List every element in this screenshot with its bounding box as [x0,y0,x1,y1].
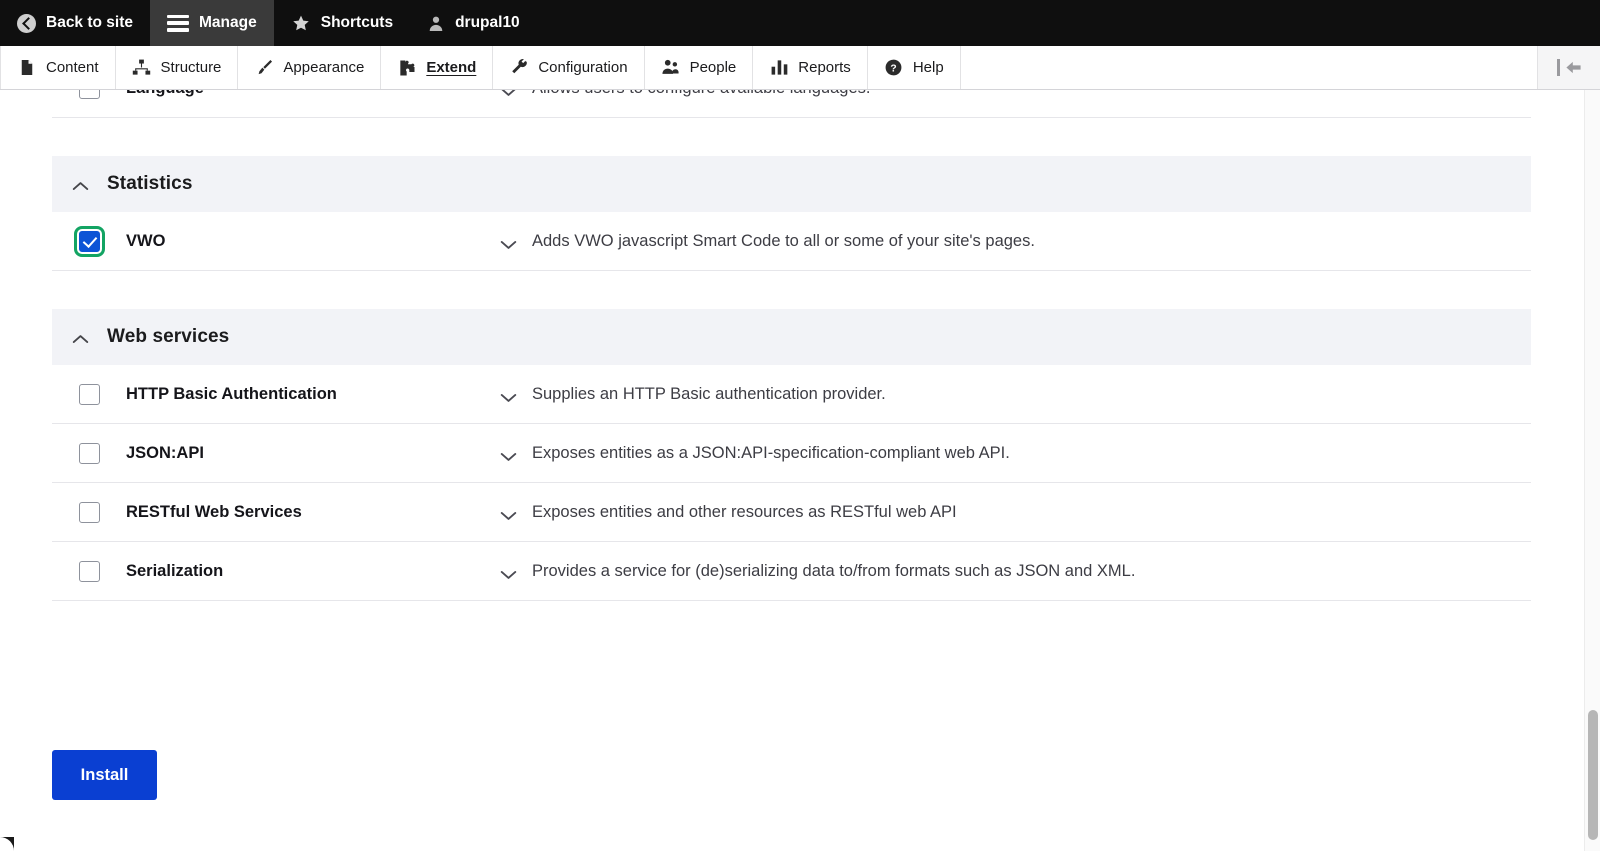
modules-content-area: Language Allows users to configure avail… [0,90,1557,851]
toolbar-item-shortcuts[interactable]: Shortcuts [274,0,410,46]
table-row[interactable]: HTTP Basic Authentication Supplies an HT… [52,365,1531,424]
document-icon [17,58,37,78]
menu-item-content[interactable]: Content [0,46,116,89]
menu-bar-spacer [961,46,1538,89]
module-enable-checkbox[interactable] [72,224,106,258]
hamburger-icon [167,14,190,32]
table-row[interactable]: RESTful Web Services Exposes entities an… [52,483,1531,542]
menu-item-structure[interactable]: Structure [116,46,239,89]
bar-chart-icon [769,58,789,78]
menu-item-configuration[interactable]: Configuration [493,46,645,89]
menu-item-reports[interactable]: Reports [753,46,868,89]
puzzle-piece-icon [397,58,417,78]
drupal-extend-page: Back to site Manage Shortcuts drupal10 C… [0,0,1600,851]
collapse-tray-icon[interactable] [1538,46,1600,89]
left-arrow-icon [1565,59,1582,76]
group-header-statistics[interactable]: Statistics [52,156,1531,212]
module-description-cell: Exposes entities as a JSON:API-specifica… [500,444,1531,463]
chevron-up-icon [72,179,89,190]
module-description-cell: Allows users to configure available lang… [500,90,1531,98]
module-description: Adds VWO javascript Smart Code to all or… [532,231,1035,250]
group-header-web-services[interactable]: Web services [52,309,1531,365]
module-checkbox-cell [52,383,126,405]
table-row[interactable]: JSON:API Exposes entities as a JSON:API-… [52,424,1531,483]
chevron-down-icon[interactable] [500,90,517,96]
table-row[interactable]: Serialization Provides a service for (de… [52,542,1531,601]
menu-item-label: Structure [160,59,222,76]
module-description-cell: Adds VWO javascript Smart Code to all or… [500,232,1531,251]
module-name: JSON:API [126,443,204,462]
module-description: Supplies an HTTP Basic authentication pr… [532,384,886,403]
chevron-down-icon[interactable] [500,448,517,461]
toolbar-item-label: Shortcuts [320,14,394,31]
structure-icon [132,58,152,78]
module-name: HTTP Basic Authentication [126,384,337,403]
menu-item-help[interactable]: ? Help [868,46,961,89]
toolbar-item-back-to-site[interactable]: Back to site [0,0,150,46]
group-title: Statistics [107,173,193,194]
toolbar-item-label: Back to site [46,14,134,31]
toolbar-item-user-account[interactable]: drupal10 [410,0,537,46]
menu-item-people[interactable]: People [645,46,754,89]
toolbar-item-label: Manage [199,14,257,31]
menu-item-extend[interactable]: Extend [381,46,494,89]
menu-item-label: People [689,59,737,76]
module-checkbox-cell [52,442,126,464]
menu-item-label: Appearance [283,59,365,76]
install-button[interactable]: Install [52,750,157,800]
module-description: Exposes entities as a JSON:API-specifica… [532,443,1010,462]
menu-item-appearance[interactable]: Appearance [238,46,382,89]
chevron-up-icon [72,332,89,343]
people-icon [661,58,681,78]
module-description-cell: Exposes entities and other resources as … [500,503,1531,522]
chevron-down-icon[interactable] [500,566,517,579]
module-checkbox-cell [52,560,126,582]
back-arrow-circle-icon [17,13,36,33]
tray-toggle-bar [1556,59,1560,76]
module-name: RESTful Web Services [126,502,302,521]
table-row[interactable]: Language Allows users to configure avail… [52,90,1531,118]
module-enable-checkbox[interactable] [78,90,100,99]
chevron-down-icon[interactable] [500,389,517,402]
chevron-down-icon[interactable] [500,236,517,249]
module-checkbox-cell [52,501,126,523]
vertical-scrollbar-track[interactable] [1584,90,1600,851]
wrench-icon [509,58,529,78]
module-enable-checkbox[interactable] [78,560,100,582]
module-name: VWO [126,231,166,250]
menu-item-label: Content [46,59,99,76]
svg-text:?: ? [891,63,897,74]
module-checkbox-cell [52,224,126,258]
menu-item-label: Reports [798,59,851,76]
module-description: Exposes entities and other resources as … [532,502,957,521]
chevron-down-icon[interactable] [500,507,517,520]
toolbar-item-manage[interactable]: Manage [150,0,274,46]
vertical-scrollbar-thumb[interactable] [1588,710,1598,840]
module-description: Provides a service for (de)serializing d… [532,561,1136,580]
module-description: Allows users to configure available lang… [532,90,870,98]
module-enable-checkbox[interactable] [78,442,100,464]
module-name: Language [126,90,500,98]
user-avatar-icon [427,14,445,33]
group-title: Web services [107,326,230,347]
menu-item-label: Help [912,59,944,76]
module-enable-checkbox[interactable] [78,501,100,523]
table-row[interactable]: VWO Adds VWO javascript Smart Code to al… [52,212,1531,271]
module-description-cell: Provides a service for (de)serializing d… [500,562,1531,581]
toolbar-item-label: drupal10 [455,14,520,31]
admin-menu-bar: Content Structure Appearance Extend Conf [0,46,1600,90]
menu-item-label: Configuration [538,59,628,76]
admin-toolbar: Back to site Manage Shortcuts drupal10 [0,0,1600,46]
module-name: Serialization [126,561,224,580]
module-description-cell: Supplies an HTTP Basic authentication pr… [500,385,1531,404]
module-enable-checkbox[interactable] [78,383,100,405]
menu-item-label: Extend [426,59,477,76]
question-circle-icon: ? [884,58,904,78]
module-list: Language Allows users to configure avail… [52,90,1531,601]
paintbrush-icon [254,58,274,78]
module-checkbox-cell [52,90,126,99]
star-icon [291,14,311,33]
